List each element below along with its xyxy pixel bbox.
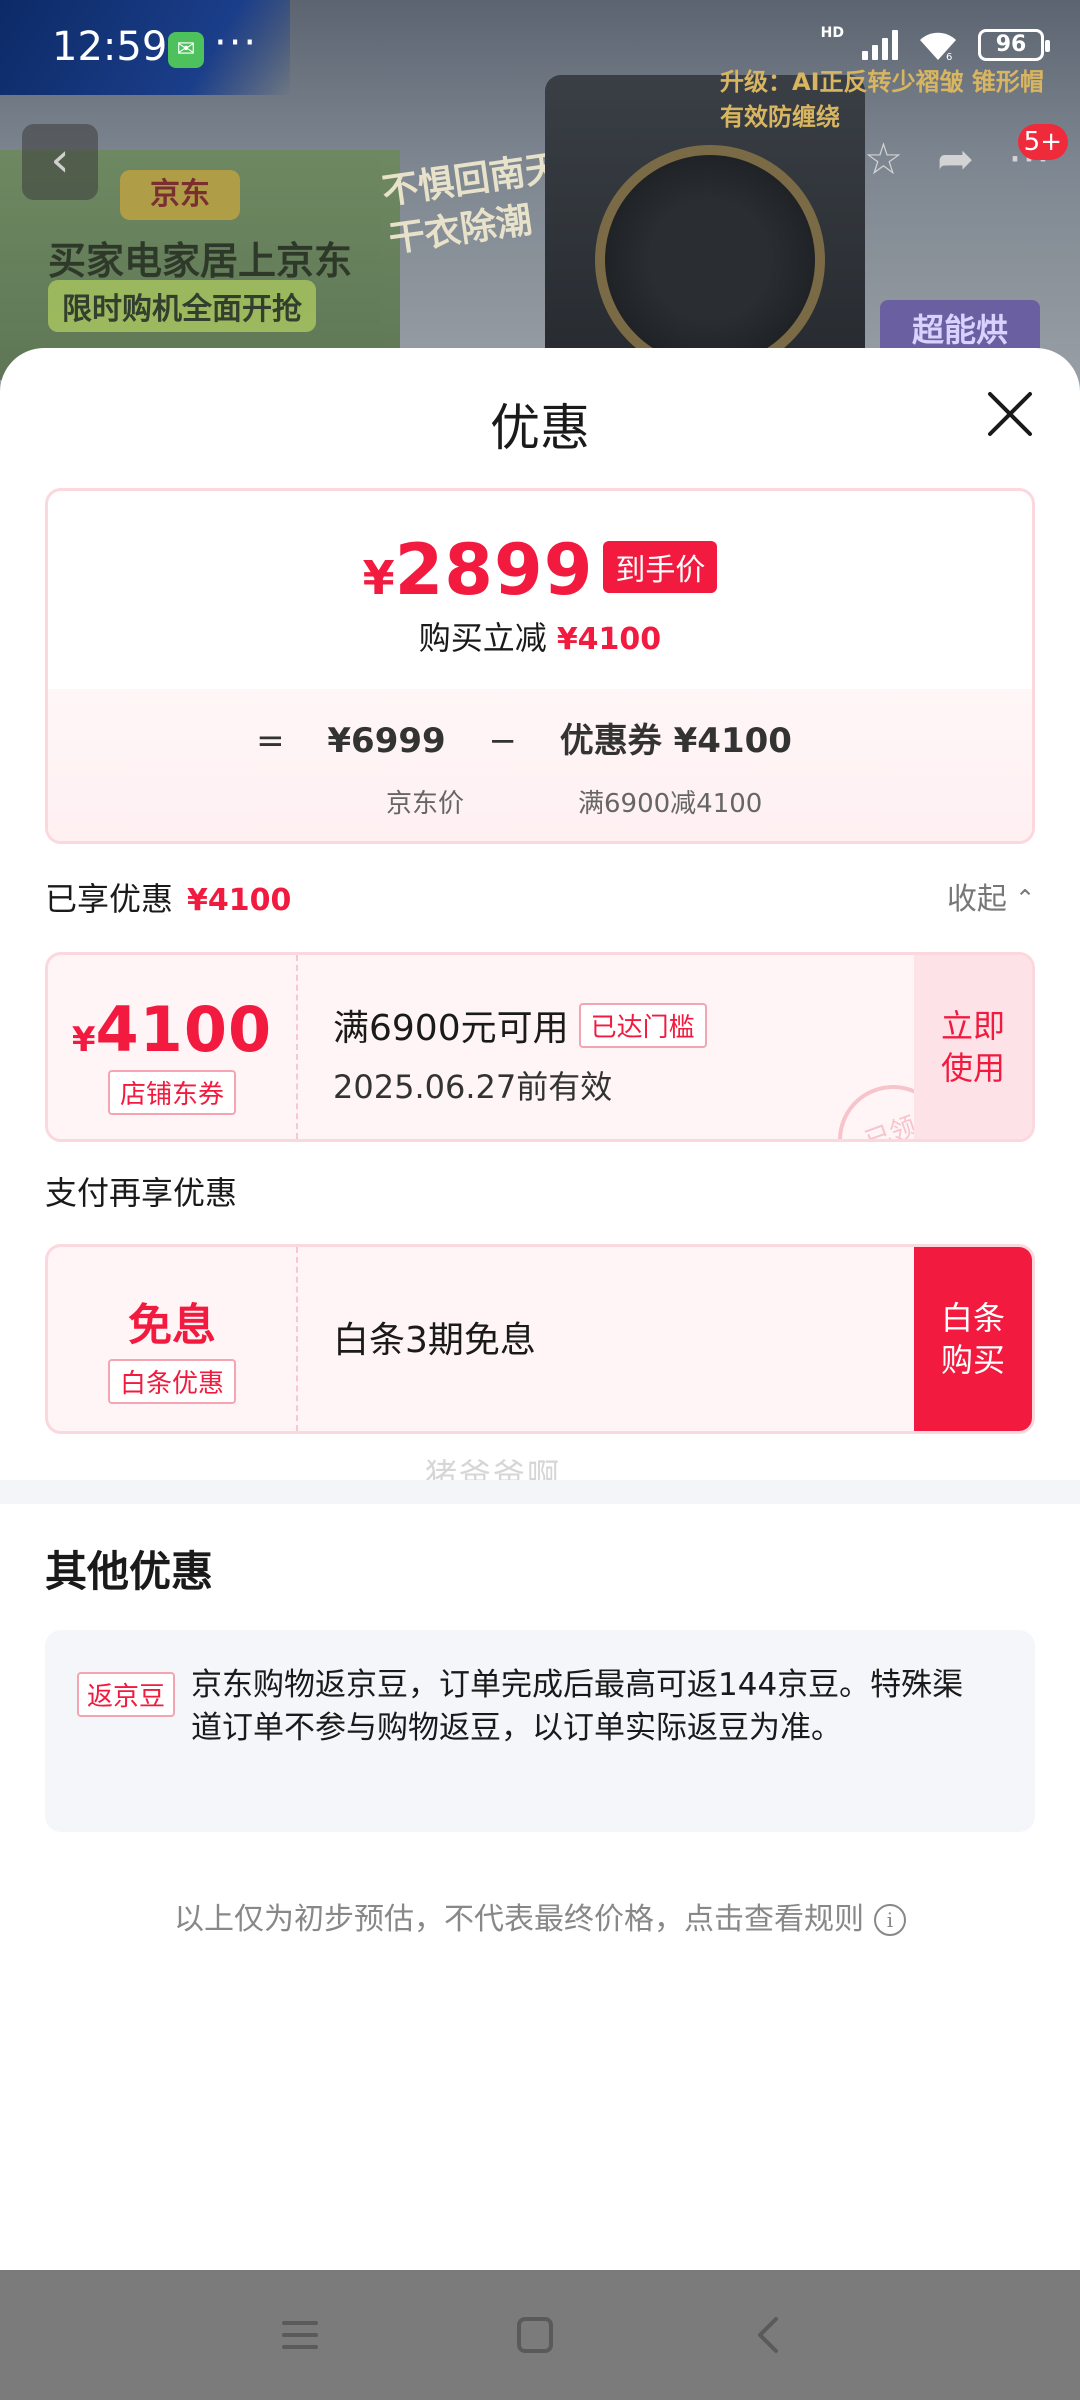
instant-discount-amount: ¥4100 bbox=[556, 622, 662, 657]
discount-sheet: 优惠 ¥2899 到手价 购买立减 ¥4100 = ¥6999 − 优惠券 ¥410… bbox=[0, 348, 1080, 2270]
sheet-title: 优惠 bbox=[490, 399, 590, 457]
formula-minus: − bbox=[488, 721, 517, 761]
back-icon[interactable]: ‹ bbox=[22, 124, 98, 200]
price-summary-card: ¥2899 到手价 购买立减 ¥4100 = ¥6999 − 优惠券 ¥4100 京… bbox=[45, 488, 1035, 844]
coupon-type: 店铺东券 bbox=[107, 1070, 236, 1115]
jd-logo: 京东 bbox=[120, 170, 240, 220]
coupon-amount-value: 4100 bbox=[95, 993, 273, 1066]
status-bar: 12:59 ✉ ··· HD 6 96 bbox=[0, 0, 1080, 95]
enjoyed-label: 已享优惠 bbox=[45, 880, 174, 918]
status-time: 12:59 bbox=[52, 24, 168, 70]
dryer-door bbox=[595, 145, 825, 375]
baitiao-buy-button[interactable]: 白条 购买 bbox=[914, 1247, 1032, 1431]
jingdou-rebate-box: 返京豆 京东购物返京豆，订单完成后最高可返144京豆。特殊渠道订单不参与购物返豆… bbox=[45, 1630, 1035, 1832]
baitiao-title: 免息 bbox=[128, 1300, 216, 1351]
other-discounts-title: 其他优惠 bbox=[45, 1547, 214, 1596]
wifi-icon: 6 bbox=[916, 28, 960, 63]
final-price-value: 2899 bbox=[394, 529, 594, 611]
wechat-icon: ✉ bbox=[168, 32, 204, 68]
star-icon[interactable]: ☆ bbox=[864, 134, 903, 185]
jd-price-label: 京东价 bbox=[386, 789, 465, 819]
system-nav-bar bbox=[0, 2270, 1080, 2400]
instant-discount: 购买立减 ¥4100 bbox=[48, 613, 1032, 659]
menu-icon[interactable] bbox=[240, 2270, 360, 2400]
close-icon[interactable] bbox=[982, 386, 1038, 442]
coupon-details: 满6900元可用 已达门槛 2025.06.27前有效 bbox=[333, 999, 707, 1108]
baitiao-type: 白条优惠 bbox=[107, 1359, 236, 1404]
final-price-tag: 到手价 bbox=[603, 541, 718, 593]
coupon-currency: ¥ bbox=[71, 1020, 96, 1060]
signal-icon bbox=[862, 30, 898, 60]
battery-icon: 96 bbox=[978, 29, 1050, 61]
jd-price: ¥6999 bbox=[327, 721, 446, 761]
pay-discount-label: 支付再享优惠 bbox=[45, 1174, 238, 1212]
disclaimer-text: 以上仅为初步预估，不代表最终价格，点击查看规则 bbox=[174, 1902, 864, 1937]
jingdou-rebate-text: 京东购物返京豆，订单完成后最高可返144京豆。特殊渠道订单不参与购物返豆，以订单… bbox=[191, 1667, 964, 1746]
baitiao-card: 免息 白条优惠 白条3期免息 白条 购买 bbox=[45, 1244, 1035, 1434]
promo-line-2: 限时购机全面开抢 bbox=[48, 280, 316, 332]
price-formula: = ¥6999 − 优惠券 ¥4100 bbox=[48, 713, 1032, 762]
back-nav-icon[interactable] bbox=[710, 2270, 830, 2400]
formula-equals: = bbox=[256, 721, 285, 761]
instant-discount-label: 购买立减 bbox=[418, 619, 547, 657]
coupon-reached-badge: 已达门槛 bbox=[578, 1003, 707, 1048]
jingdou-tag: 返京豆 bbox=[77, 1672, 176, 1717]
coupon-validity: 2025.06.27前有效 bbox=[333, 1068, 613, 1106]
home-icon[interactable] bbox=[475, 2270, 595, 2400]
final-price: ¥2899 到手价 bbox=[48, 529, 1032, 611]
status-overflow: ··· bbox=[214, 20, 259, 66]
hd-label: HD bbox=[820, 25, 844, 41]
use-coupon-button[interactable]: 立即 使用 bbox=[914, 955, 1032, 1139]
rules-disclaimer[interactable]: 以上仅为初步预估，不代表最终价格，点击查看规则 i bbox=[0, 1894, 1080, 1938]
enjoyed-discount-row: 已享优惠 ¥4100 收起 ⌄ bbox=[45, 874, 1035, 918]
coupon-value: ¥4100 店铺东券 bbox=[48, 955, 298, 1139]
collapse-button[interactable]: 收起 ⌄ bbox=[947, 874, 1035, 918]
enjoyed-amount: ¥4100 bbox=[187, 883, 292, 918]
coupon-rule-label: 满6900减4100 bbox=[578, 789, 763, 819]
baitiao-desc: 白条3期免息 bbox=[333, 1320, 536, 1361]
pay-discount-row: 支付再享优惠 bbox=[45, 1168, 1035, 1212]
promo-line-1: 买家电家居上京东 bbox=[48, 239, 353, 283]
notification-badge: 5+ bbox=[1017, 124, 1068, 160]
coupon-deduction: 优惠券 ¥4100 bbox=[559, 721, 792, 761]
svg-text:6: 6 bbox=[946, 52, 952, 62]
coupon-card: ¥4100 店铺东券 满6900元可用 已达门槛 2025.06.27前有效 已领… bbox=[45, 952, 1035, 1142]
chevron-up-icon: ⌄ bbox=[1014, 883, 1035, 911]
baitiao-value: 免息 白条优惠 bbox=[48, 1247, 298, 1431]
collapse-label: 收起 bbox=[946, 882, 1007, 917]
section-divider bbox=[0, 1480, 1080, 1504]
coupon-amount: ¥4100 bbox=[48, 993, 296, 1066]
currency-symbol: ¥ bbox=[362, 551, 395, 605]
coupon-condition: 满6900元可用 bbox=[333, 1008, 569, 1049]
info-icon[interactable]: i bbox=[874, 1904, 906, 1936]
share-icon[interactable]: ➦ bbox=[937, 134, 974, 185]
status-indicators: HD 6 96 bbox=[820, 25, 1050, 63]
